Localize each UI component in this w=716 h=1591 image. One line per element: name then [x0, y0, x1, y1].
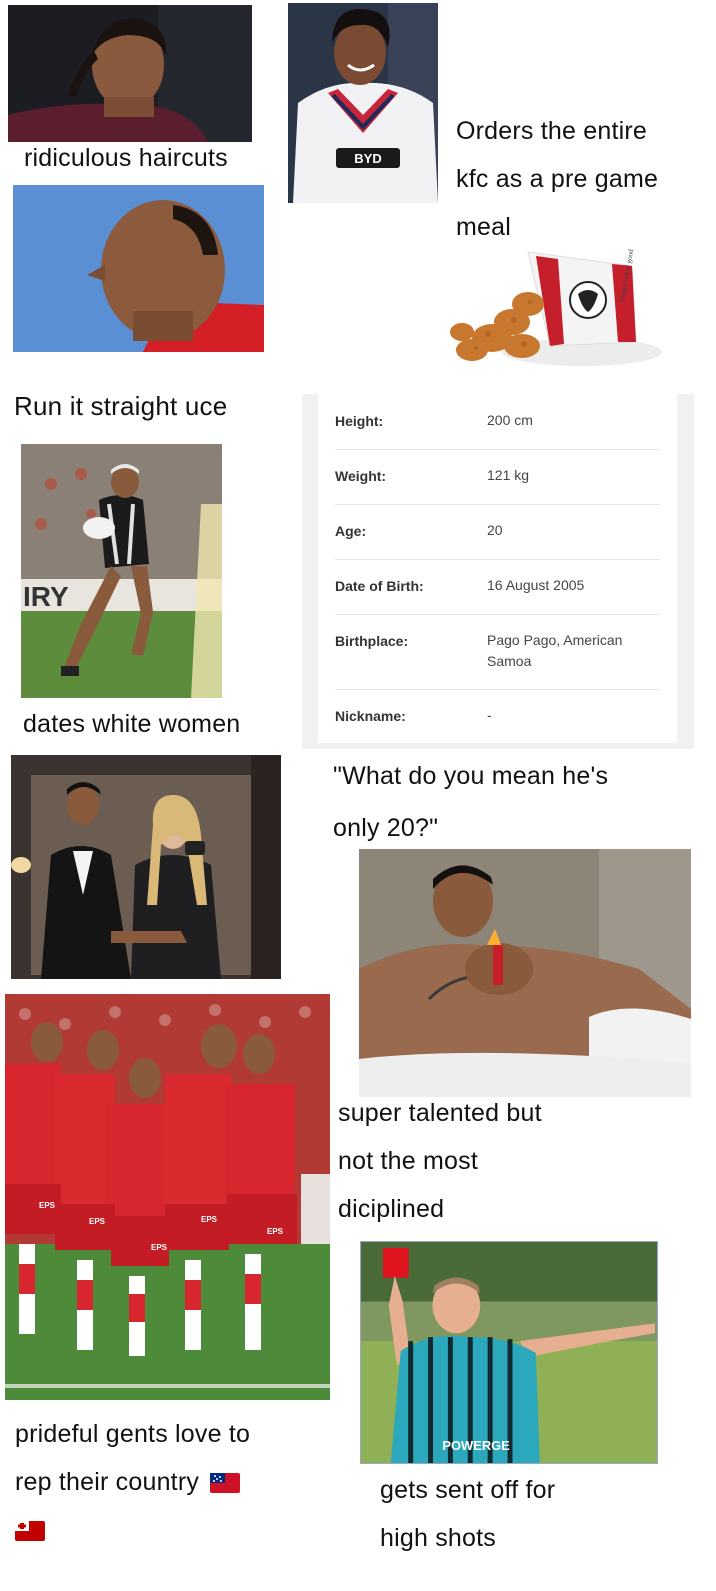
- photo-tonga-team: EPS EPS EPS EPS EPS: [5, 994, 330, 1400]
- caption-sent-off: gets sent off for high shots: [380, 1476, 556, 1552]
- stats-label: Age:: [335, 523, 367, 539]
- photo-referee-red-card: POWERGE: [360, 1241, 658, 1464]
- stats-row-age: Age: 20: [335, 504, 660, 560]
- stats-value: 20: [487, 522, 503, 538]
- stats-row-weight: Weight: 121 kg: [335, 449, 660, 505]
- shorts-sponsor-text: EPS: [267, 1227, 284, 1236]
- stats-label: Height:: [335, 413, 384, 429]
- caption-dates: dates white women: [23, 710, 241, 738]
- stats-row-birthplace: Birthplace: Pago Pago, American Samoa: [335, 614, 660, 690]
- photo-player-running: IRY: [21, 444, 222, 698]
- photo-player-jersey: BYD: [288, 3, 438, 203]
- photo-bald-player: [13, 185, 264, 352]
- caption-run-straight: Run it straight uce: [14, 391, 228, 421]
- photo-player-ponytail: [8, 5, 252, 142]
- jersey-sponsor-text: BYD: [354, 151, 381, 166]
- ref-shirt-text: POWERGE: [442, 1438, 510, 1453]
- svg-text:IRY: IRY: [23, 581, 69, 612]
- shorts-sponsor-text: EPS: [201, 1215, 218, 1224]
- samoa-flag-icon: [210, 1461, 241, 1493]
- caption-only-20: "What do you mean he's only 20?": [333, 762, 609, 842]
- stats-row-height: Height: 200 cm: [335, 394, 660, 450]
- stats-row-dob: Date of Birth: 16 August 2005: [335, 559, 660, 615]
- shorts-sponsor-text: EPS: [151, 1243, 168, 1252]
- stats-label: Nickname:: [335, 708, 406, 724]
- stats-value: Pago Pago, American Samoa: [487, 632, 623, 669]
- stats-value: -: [487, 707, 492, 723]
- caption-haircuts: ridiculous haircuts: [24, 144, 228, 172]
- shorts-sponsor-text: EPS: [89, 1217, 106, 1226]
- stats-value: 121 kg: [487, 467, 530, 483]
- stats-label: Date of Birth:: [335, 578, 424, 594]
- caption-prideful: prideful gents love to rep their country: [15, 1410, 250, 1554]
- stats-row-nickname: Nickname: -: [335, 689, 660, 743]
- player-stats-card: Height: 200 cm Weight: 121 kg Age: 20 Da…: [318, 394, 677, 743]
- photo-bathtub-match: [359, 849, 691, 1097]
- caption-talented: super talented but not the most diciplin…: [338, 1099, 542, 1223]
- stats-value: 200 cm: [487, 412, 533, 428]
- stats-label: Weight:: [335, 468, 387, 484]
- shorts-sponsor-text: EPS: [39, 1201, 56, 1210]
- stats-label: Birthplace:: [335, 633, 409, 649]
- photo-couple: [11, 755, 281, 979]
- red-card: [382, 1247, 409, 1278]
- stats-value: 16 August 2005: [487, 577, 585, 593]
- caption-kfc: Orders the entire kfc as a pre game meal: [456, 117, 659, 241]
- tonga-flag-icon: [15, 1509, 45, 1541]
- photo-kfc-bucket: Finger lickin' good: [432, 242, 664, 382]
